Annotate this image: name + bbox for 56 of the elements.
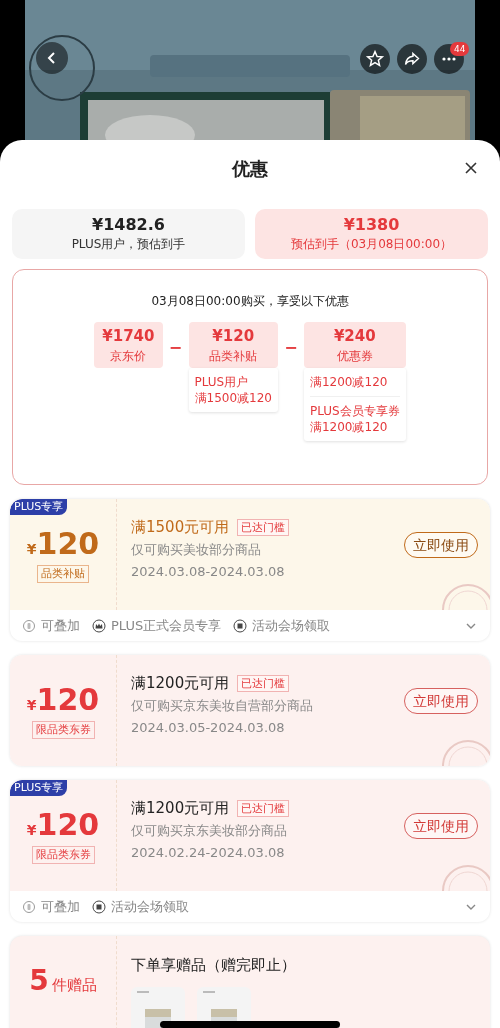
price-component: ¥1740 京东价 [94, 322, 163, 368]
threshold-tag: 已达门槛 [237, 674, 290, 692]
coupon-amount: ¥120 [26, 682, 100, 717]
discount-detail: 满1500减120 [194, 390, 272, 406]
coupon-condition: 满1200元可用 [131, 673, 230, 693]
discount-detail: 满1200减120 [309, 374, 388, 390]
coupon-type-tag: 限品类东券 [31, 720, 95, 739]
threshold-tag: 已达门槛 [237, 518, 290, 536]
more-icon [442, 57, 456, 61]
square-dot-icon [92, 899, 106, 914]
back-button[interactable] [36, 42, 68, 74]
coupon-validity: 2024.02.24-2024.03.08 [131, 844, 285, 862]
price-option[interactable]: ¥1380 预估到手（03月08日00:00） [255, 209, 488, 259]
threshold-tag: 已达门槛 [237, 799, 290, 817]
coupon-condition: 满1500元可用 [131, 517, 230, 537]
use-now-button[interactable]: 立即使用 [404, 813, 478, 839]
sheet-title: 优惠 [232, 156, 268, 181]
coupon-feature: 活动会场领取 [111, 897, 189, 916]
star-button[interactable] [360, 44, 390, 74]
price-option[interactable]: ¥1482.6 PLUS用户，预估到手 [12, 209, 245, 259]
coupon-validity: 2024.03.05-2024.03.08 [131, 719, 285, 737]
plus-badge: PLUS专享 [10, 499, 68, 515]
use-now-button[interactable]: 立即使用 [404, 532, 478, 558]
minus-sign: − [168, 337, 183, 359]
coupon-feature: 活动会场领取 [252, 616, 331, 635]
price-component: ¥120 品类补贴 [188, 322, 278, 368]
coupon-feature: 可叠加 [41, 616, 80, 635]
close-icon [464, 161, 478, 175]
discount-detail: PLUS会员专享券 [309, 403, 400, 419]
coupon-scope: 仅可购买京东美妆自营部分商品 [131, 697, 313, 715]
gift-count: 5 件赠品 [29, 963, 97, 999]
plus-badge: PLUS专享 [10, 780, 68, 796]
coupon-feature: PLUS正式会员专享 [111, 616, 222, 635]
coupon-feature: 可叠加 [41, 897, 80, 916]
discount-detail: 满1200减120 [309, 419, 388, 435]
coupon-type-tag: 品类补贴 [37, 564, 89, 583]
discount-detail: PLUS用户 [194, 374, 249, 390]
coupon-scope: 仅可购买京东美妆部分商品 [131, 822, 287, 840]
coupon-amount: ¥120 [26, 526, 100, 561]
coupon-type-tag: 限品类东券 [31, 845, 95, 864]
star-icon [364, 48, 386, 70]
breakdown-heading: 03月08日00:00购买，享受以下优惠 [151, 293, 349, 310]
crown-icon [92, 618, 106, 633]
close-button[interactable] [464, 161, 478, 175]
coin-icon [22, 618, 36, 633]
coin-icon [22, 899, 36, 914]
coupon-amount: ¥120 [26, 807, 100, 842]
coupon-scope: 仅可购买美妆部分商品 [131, 541, 261, 559]
use-now-button[interactable]: 立即使用 [404, 688, 478, 714]
minus-sign: − [283, 337, 298, 359]
coupon-condition: 满1200元可用 [131, 798, 230, 818]
price-component: ¥240 优惠券 [303, 322, 406, 368]
coupon-validity: 2024.03.08-2024.03.08 [131, 563, 285, 581]
share-button[interactable] [397, 44, 427, 74]
square-dot-icon [233, 618, 248, 633]
gift-title: 下单享赠品（赠完即止） [131, 955, 296, 976]
